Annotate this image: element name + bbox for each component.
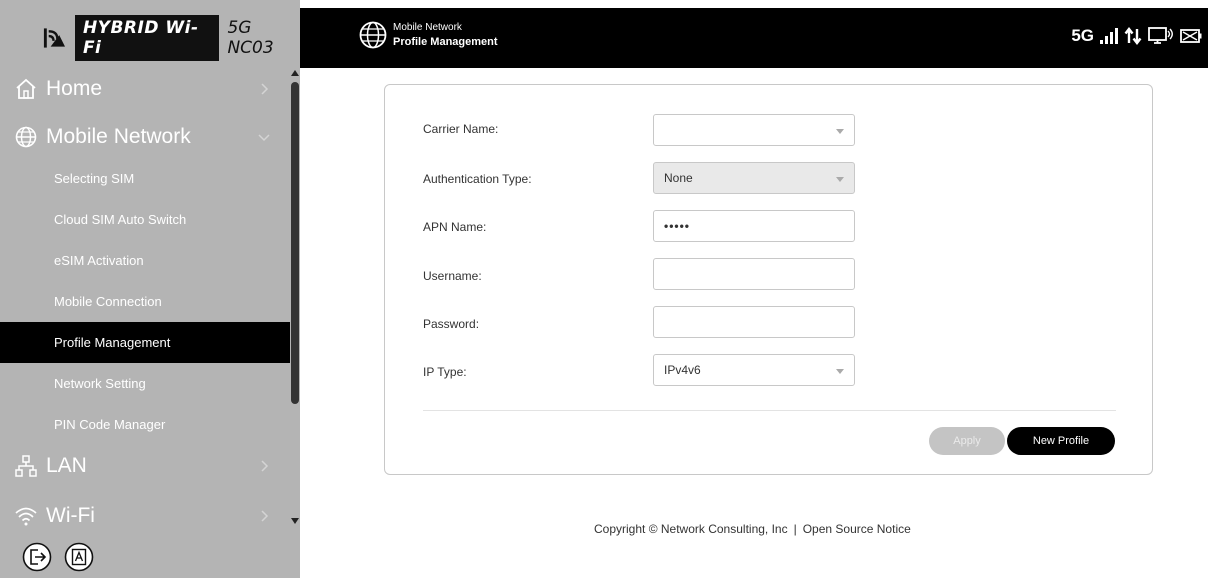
scroll-thumb[interactable] <box>291 82 299 404</box>
footer: Copyright © Network Consulting, Inc | Op… <box>594 522 911 536</box>
username-input[interactable] <box>653 258 855 290</box>
new-profile-button[interactable]: New Profile <box>1007 427 1115 455</box>
sidebar-item-network-setting[interactable]: Network Setting <box>0 363 290 404</box>
sidebar-item-wifi[interactable]: Wi-Fi <box>0 495 290 537</box>
wifi-icon <box>15 507 37 526</box>
sidebar-item-label: Mobile Network <box>46 125 191 148</box>
home-icon <box>16 78 36 99</box>
form-divider <box>423 410 1116 411</box>
password-label: Password: <box>423 317 480 331</box>
sidebar-item-cloud-sim-auto-switch[interactable]: Cloud SIM Auto Switch <box>0 199 290 240</box>
globe-icon <box>15 126 37 148</box>
sidebar-item-label: Wi-Fi <box>46 504 95 527</box>
app-root: HYBRID Wi-Fi 5G NC03 Home Mobile Network… <box>0 0 1208 578</box>
page-title: Profile Management <box>393 36 498 48</box>
footer-separator: | <box>793 522 797 536</box>
sidebar-item-esim-activation[interactable]: eSIM Activation <box>0 240 290 281</box>
sidebar-item-label: Home <box>46 77 103 100</box>
username-label: Username: <box>423 269 482 283</box>
chevron-right-icon <box>261 460 269 472</box>
sidebar-item-pin-code-manager[interactable]: PIN Code Manager <box>0 404 290 445</box>
sidebar-item-mobile-network[interactable]: Mobile Network <box>0 116 290 158</box>
copyright-text: Copyright © Network Consulting, Inc <box>594 522 788 536</box>
dropdown-caret-icon <box>836 369 844 374</box>
sidebar-nav: Home Mobile Network Selecting SIM Cloud … <box>0 68 290 537</box>
signal-strength-icon <box>1100 28 1118 44</box>
apn-name-input[interactable]: ••••• <box>653 210 855 242</box>
battery-icon <box>1180 29 1202 43</box>
network-type: 5G <box>1071 26 1094 45</box>
connected-devices-icon[interactable] <box>1148 27 1174 45</box>
password-input[interactable] <box>653 306 855 338</box>
sidebar: HYBRID Wi-Fi 5G NC03 Home Mobile Network… <box>0 0 300 578</box>
scroll-down-arrow-icon[interactable] <box>291 518 299 524</box>
data-transfer-icon <box>1124 27 1142 45</box>
authentication-type-label: Authentication Type: <box>423 172 532 186</box>
sidebar-item-label: Selecting SIM <box>54 171 135 186</box>
chevron-right-icon <box>261 83 269 95</box>
carrier-name-label: Carrier Name: <box>423 122 499 136</box>
apn-name-label: APN Name: <box>423 220 487 234</box>
top-header: Mobile Network Profile Management 5G <box>300 8 1208 68</box>
carrier-name-select[interactable] <box>653 114 855 146</box>
sidebar-item-label: Cloud SIM Auto Switch <box>54 212 187 227</box>
chevron-down-icon <box>258 134 270 142</box>
brand-name: HYBRID Wi-Fi <box>74 15 220 61</box>
scroll-up-arrow-icon[interactable] <box>291 70 299 76</box>
brand-logo-icon <box>43 28 66 48</box>
language-icon[interactable] <box>64 542 94 572</box>
sidebar-item-mobile-connection[interactable]: Mobile Connection <box>0 281 290 322</box>
sidebar-item-selecting-sim[interactable]: Selecting SIM <box>0 158 290 199</box>
lan-icon <box>15 455 37 477</box>
chevron-right-icon <box>261 510 269 522</box>
logout-icon[interactable] <box>22 542 52 572</box>
authentication-type-value: None <box>664 171 693 185</box>
ip-type-select[interactable]: IPv4v6 <box>653 354 855 386</box>
breadcrumb-parent: Mobile Network <box>393 22 462 33</box>
ip-type-value: IPv4v6 <box>664 363 701 377</box>
sidebar-item-label: Network Setting <box>54 376 146 391</box>
apply-button[interactable]: Apply <box>929 427 1005 455</box>
authentication-type-select[interactable]: None <box>653 162 855 194</box>
globe-icon <box>359 21 387 49</box>
apn-name-value: ••••• <box>664 219 691 233</box>
ip-type-label: IP Type: <box>423 365 467 379</box>
sidebar-bottom-actions <box>22 542 94 572</box>
sidebar-item-label: eSIM Activation <box>54 253 144 268</box>
dropdown-caret-icon <box>836 129 844 134</box>
sidebar-item-label: Profile Management <box>54 335 171 350</box>
sidebar-item-lan[interactable]: LAN <box>0 445 290 487</box>
brand: HYBRID Wi-Fi 5G NC03 <box>0 8 300 68</box>
sidebar-item-home[interactable]: Home <box>0 68 290 110</box>
dropdown-caret-icon <box>836 177 844 182</box>
open-source-notice-link[interactable]: Open Source Notice <box>803 522 911 536</box>
status-bar: 5G <box>1071 26 1202 46</box>
sidebar-item-label: Mobile Connection <box>54 294 162 309</box>
sidebar-item-label: LAN <box>46 454 87 477</box>
sidebar-item-label: PIN Code Manager <box>54 417 166 432</box>
sidebar-scrollbar[interactable] <box>290 68 300 524</box>
sidebar-item-profile-management[interactable]: Profile Management <box>0 322 290 363</box>
profile-form-card: Carrier Name: Authentication Type: None … <box>384 84 1153 475</box>
brand-model: 5G NC03 <box>227 18 274 58</box>
